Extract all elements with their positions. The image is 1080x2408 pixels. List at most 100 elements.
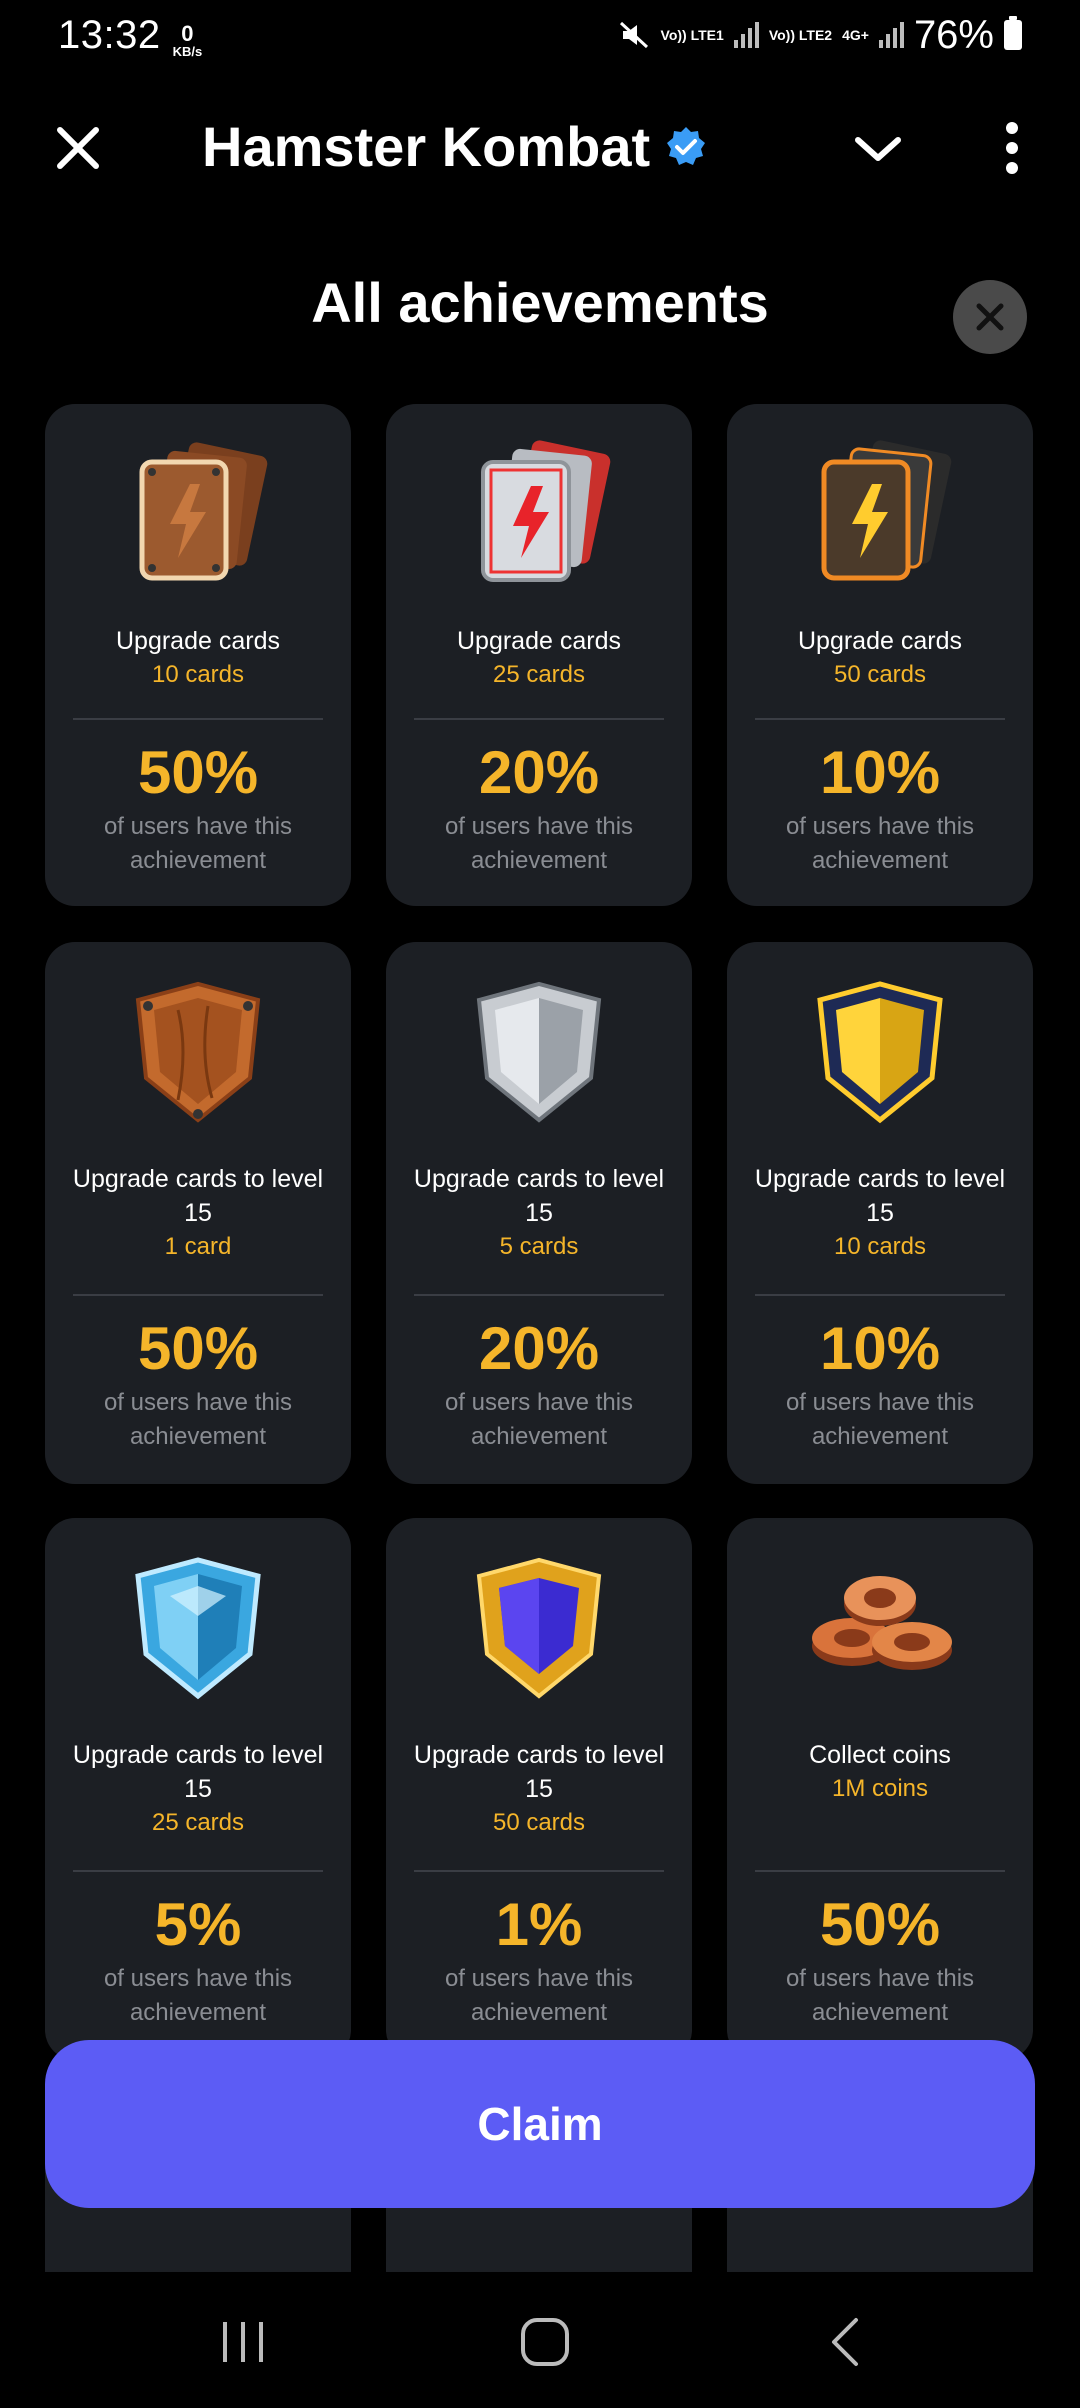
close-circle-icon <box>976 303 1004 331</box>
clock: 13:32 <box>58 12 161 57</box>
system-nav-bar <box>0 2272 1080 2408</box>
network-speed-value: 0 <box>181 20 194 46</box>
achievement-description: of users have this achievement <box>785 813 975 874</box>
achievement-title-text: Upgrade cards to level 15 <box>413 1165 665 1227</box>
app-title: Hamster Kombat <box>202 114 708 179</box>
sim2-signal-icon <box>878 22 904 48</box>
card-divider <box>755 1294 1005 1296</box>
achievement-requirement: 10 cards <box>151 661 245 688</box>
bronze-coins-icon <box>812 1576 952 1670</box>
achievement-card[interactable]: Collect coins 1M coins 50% of users have… <box>727 1518 1033 2060</box>
achievement-card[interactable]: Upgrade cards to level 15 25 cards 5% of… <box>45 1518 351 2060</box>
achievement-title: Upgrade cards to level 15 25 cards <box>65 1738 331 1840</box>
app-header: Hamster Kombat <box>0 92 1080 202</box>
network-speed: 0 KB/s <box>172 20 203 59</box>
achievement-title: Upgrade cards to level 15 5 cards <box>406 1162 672 1264</box>
card-divider <box>414 1294 664 1296</box>
achievement-requirement: 50 cards <box>492 1809 586 1836</box>
achievements-grid: Upgrade cards 10 cards 50% of users have… <box>0 404 1080 2272</box>
achievement-title-text: Upgrade cards to level 15 <box>413 1741 665 1803</box>
achievement-description: of users have this achievement <box>444 1965 634 2026</box>
sim2-label: Vo)) LTE2 <box>768 26 833 43</box>
status-left: 13:32 0 KB/s <box>58 13 202 58</box>
achievement-title-text: Upgrade cards to level 15 <box>754 1165 1006 1227</box>
achievement-description: of users have this achievement <box>103 1389 293 1450</box>
recents-icon[interactable] <box>213 2312 273 2372</box>
achievement-description: of users have this achievement <box>785 1389 975 1450</box>
mute-icon <box>619 21 648 49</box>
claim-button[interactable]: Claim <box>45 2040 1035 2208</box>
sim2-tech: 4G+ <box>842 26 869 43</box>
achievement-requirement: 5 cards <box>499 1233 579 1260</box>
wood-cards-icon <box>139 442 268 581</box>
sim1-label: Vo)) LTE1 <box>660 26 724 43</box>
achievement-percent: 50% <box>137 739 259 806</box>
card-divider <box>755 1870 1005 1872</box>
battery-percent: 76% <box>913 12 994 57</box>
achievement-title: Upgrade cards to level 15 10 cards <box>747 1162 1013 1264</box>
sheet-title: All achievements <box>311 271 769 334</box>
more-vertical-icon[interactable] <box>990 116 1034 180</box>
achievement-title: Upgrade cards 25 cards <box>406 624 672 692</box>
card-divider <box>73 718 323 720</box>
sim1-signal-icon <box>733 22 759 48</box>
achievement-percent: 50% <box>819 1891 941 1958</box>
verified-badge-icon <box>667 126 706 165</box>
achievement-requirement: 25 cards <box>151 1809 245 1836</box>
home-icon[interactable] <box>515 2312 575 2372</box>
sapphire-shield-icon <box>476 1557 602 1699</box>
achievement-card[interactable]: Upgrade cards 25 cards 20% of users have… <box>386 404 692 906</box>
achievement-description: of users have this achievement <box>103 813 293 874</box>
close-icon[interactable] <box>48 118 108 178</box>
card-divider <box>73 1870 323 1872</box>
achievement-title: Upgrade cards 10 cards <box>65 624 331 692</box>
achievement-card[interactable]: Upgrade cards to level 15 50 cards 1% of… <box>386 1518 692 2060</box>
achievement-percent: 10% <box>819 739 941 806</box>
card-divider <box>414 718 664 720</box>
network-speed-unit: KB/s <box>172 43 203 59</box>
achievement-title-text: Collect coins <box>809 1741 951 1769</box>
card-divider <box>73 1294 323 1296</box>
achievement-percent: 10% <box>819 1315 941 1382</box>
achievement-description: of users have this achievement <box>444 1389 634 1450</box>
achievement-title-text: Upgrade cards to level 15 <box>72 1165 324 1227</box>
achievement-description: of users have this achievement <box>444 813 634 874</box>
achievement-requirement: 10 cards <box>833 1233 927 1260</box>
silver-cards-icon <box>481 440 611 582</box>
achievement-card[interactable]: Upgrade cards 10 cards 50% of users have… <box>45 404 351 906</box>
status-bar: 13:32 0 KB/s Vo)) LTE1 Vo)) LTE2 4G+ 76% <box>0 0 1080 70</box>
achievement-title: Upgrade cards to level 15 1 card <box>65 1162 331 1264</box>
gold-shield-icon <box>817 981 943 1124</box>
silver-shield-icon <box>476 981 602 1123</box>
card-divider <box>414 1870 664 1872</box>
close-circle-button[interactable] <box>953 280 1027 354</box>
achievement-title: Upgrade cards to level 15 50 cards <box>406 1738 672 1840</box>
achievement-description: of users have this achievement <box>785 1965 975 2026</box>
back-icon[interactable] <box>818 2312 878 2372</box>
achievement-percent: 1% <box>495 1891 583 1958</box>
achievement-description: of users have this achievement <box>103 1965 293 2026</box>
achievement-card[interactable]: Upgrade cards to level 15 1 card 50% of … <box>45 942 351 1484</box>
achievement-card[interactable]: Upgrade cards to level 15 5 cards 20% of… <box>386 942 692 1484</box>
gold-cards-icon <box>821 440 952 581</box>
achievement-requirement: 1 card <box>164 1233 232 1260</box>
achievement-card[interactable]: Upgrade cards to level 15 10 cards 10% o… <box>727 942 1033 1484</box>
chevron-down-icon[interactable] <box>850 118 906 178</box>
achievement-percent: 50% <box>137 1315 259 1382</box>
achievement-card[interactable]: Upgrade cards 50 cards 10% of users have… <box>727 404 1033 906</box>
card-divider <box>755 718 1005 720</box>
achievement-title-text: Upgrade cards <box>798 627 962 655</box>
achievement-title-text: Upgrade cards to level 15 <box>72 1741 324 1803</box>
diamond-shield-icon <box>135 1557 261 1700</box>
achievement-title: Upgrade cards 50 cards <box>747 624 1013 692</box>
achievement-title-text: Upgrade cards <box>457 627 621 655</box>
app-screen: 13:32 0 KB/s Vo)) LTE1 Vo)) LTE2 4G+ 76% <box>0 0 1080 2408</box>
achievement-title: Collect coins 1M coins <box>747 1738 1013 1806</box>
battery-icon <box>1004 16 1022 50</box>
achievement-percent: 20% <box>478 1315 600 1382</box>
achievement-percent: 20% <box>478 739 600 806</box>
wood-shield-icon <box>135 981 261 1123</box>
achievement-requirement: 25 cards <box>492 661 586 688</box>
app-title-text: Hamster Kombat <box>202 115 651 178</box>
achievement-requirement: 1M coins <box>831 1775 929 1802</box>
